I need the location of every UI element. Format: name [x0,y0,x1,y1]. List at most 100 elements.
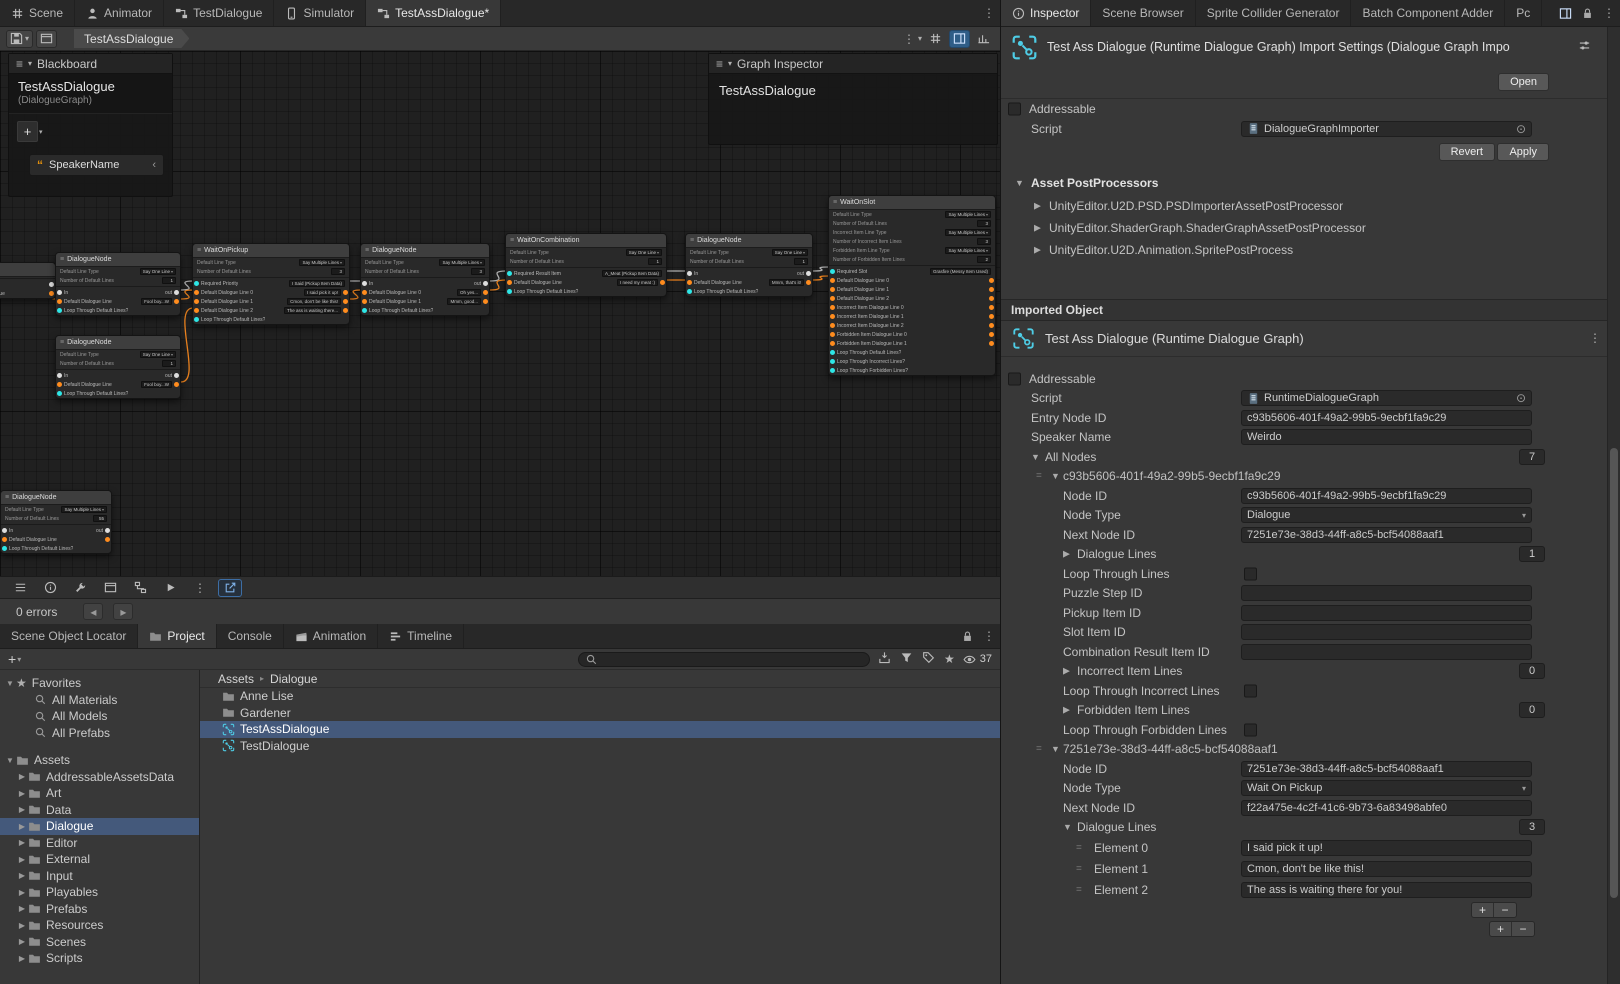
breadcrumb-current[interactable]: Dialogue [270,672,317,686]
foldout-closed-icon[interactable]: ▶ [16,838,28,847]
graph-node-dialogue-4[interactable]: ≡DialogueNodeDefault Line TypeSay One Li… [685,233,813,297]
node-port-row[interactable]: Default Dialogue Line 2The ass is waitin… [193,306,349,315]
input-port[interactable] [362,281,367,286]
property-checkbox[interactable] [1244,567,1257,580]
tree-favorite-all-models[interactable]: All Models [0,708,199,725]
tree-folder-editor[interactable]: ▶Editor [0,835,199,852]
graph-inspector-panel[interactable]: ≡ ▾ Graph Inspector TestAssDialogue [708,53,998,145]
toggle-inspector-button[interactable] [949,30,970,48]
node-port-row[interactable]: Inout [56,371,180,380]
node-field-row[interactable]: Default Line TypeSay One Line▾ [56,267,180,276]
drag-handle-icon[interactable]: = [1036,744,1041,755]
tab-console[interactable]: Console [217,624,284,648]
node-field-row[interactable]: Number of Default Lines3 [361,267,489,276]
output-port[interactable] [806,271,811,276]
output-port[interactable] [989,287,994,292]
foldout-closed-icon[interactable]: ▶ [16,871,28,880]
foldout-open-icon[interactable]: ▼ [1015,178,1024,188]
tab-sprite-collider-generator[interactable]: Sprite Collider Generator [1196,0,1352,26]
tab-project[interactable]: Project [138,624,216,648]
node-field-row[interactable]: Number of Default Lines1 [506,257,666,266]
node-title-bar[interactable]: ≡DialogueNode [361,244,489,258]
tab-animator[interactable]: Animator [75,0,164,26]
graph-node-dialogue-1[interactable]: ≡DialogueNodeDefault Line TypeSay One Li… [55,252,181,316]
node-field-row[interactable]: Number of Default Lines3 [829,219,995,228]
tree-folder-prefabs[interactable]: ▶Prefabs [0,901,199,918]
asset-item-gardener[interactable]: Gardener [200,705,1000,722]
node-title-bar[interactable]: ≡WaitOnPickup [193,244,349,258]
input-port[interactable] [362,299,367,304]
tree-folder-art[interactable]: ▶Art [0,785,199,802]
input-port[interactable] [194,308,199,313]
list-button[interactable] [8,579,32,597]
output-port[interactable] [483,290,488,295]
property-checkbox[interactable] [1244,723,1257,736]
foldout-closed-icon[interactable]: ▶ [16,888,28,897]
text-field[interactable]: The ass is waiting there for you! [1241,882,1532,898]
node-port-row[interactable]: Forbidden Item Dialogue Line 0 [829,330,995,339]
tree-folder-scenes[interactable]: ▶Scenes [0,934,199,951]
node-field-row[interactable]: Default Line TypeSay Multiple Lines▾ [193,258,349,267]
node-port-row[interactable]: Loop Through Default Lines? [361,306,489,315]
input-port[interactable] [57,382,62,387]
foldout-closed-icon[interactable]: ▶ [16,921,28,930]
input-port[interactable] [687,280,692,285]
foldout-closed-icon[interactable]: ▶ [16,937,28,946]
foldout-closed-icon[interactable]: ▶ [1063,666,1070,677]
foldout-open-icon[interactable]: ▼ [1051,744,1060,754]
port-value-field[interactable]: Grasfire (Messy Item Used) [930,268,991,275]
text-field[interactable]: c93b5606-401f-49a2-99b5-9ecbf1fa9c29 [1241,488,1532,504]
presets-icon[interactable] [1578,39,1591,52]
node-port-row[interactable]: Incorrect Item Dialogue Line 2 [829,321,995,330]
node-port-row[interactable]: Default Dialogue Line [1,535,111,544]
graph-node-wait-on-combination[interactable]: ≡WaitOnCombinationDefault Line TypeSay O… [505,233,667,297]
apply-button[interactable]: Apply [1497,143,1549,161]
output-port[interactable] [49,282,54,287]
port-value-field[interactable]: I said pick it up! [304,289,341,296]
output-port[interactable] [989,341,994,346]
node-port-row[interactable]: Dialogue [0,289,55,298]
play-button[interactable] [158,579,182,597]
tree-folder-resources[interactable]: ▶Resources [0,917,199,934]
info-button[interactable] [38,579,62,597]
input-port[interactable] [830,269,835,274]
project-search[interactable] [578,652,870,667]
output-port[interactable] [989,296,994,301]
node-port-row[interactable]: Incorrect Item Dialogue Line 1 [829,312,995,321]
breadcrumb[interactable]: Assets ▸ Dialogue [200,670,1000,688]
field-dropdown[interactable]: Say Multiple Lines▾ [945,211,991,218]
foldout-closed-icon[interactable]: ▶ [16,904,28,913]
lock-button[interactable] [1576,0,1598,26]
addressable-checkbox[interactable] [1008,372,1021,385]
node-title-bar[interactable]: ≡StartNode [0,263,55,277]
node-port-row[interactable]: Loop Through Default Lines? [193,315,349,324]
node-field-row[interactable]: Default Line TypeSay One Line▾ [686,248,812,257]
output-port[interactable] [174,299,179,304]
foldout-closed-icon[interactable]: ▶ [1034,200,1041,211]
field-value[interactable]: 2 [977,256,991,263]
node-port-row[interactable]: Loop Through Forbidden Lines? [829,366,995,375]
lock-button[interactable] [956,624,978,648]
foldout-closed-icon[interactable]: ▶ [16,805,28,814]
foldout-closed-icon[interactable]: ▶ [16,855,28,864]
kebab-menu-icon[interactable]: ⋮ [1589,331,1601,345]
node-port-row[interactable]: out [0,280,55,289]
port-value-field[interactable]: I need my meat :) [617,279,658,286]
asset-item-anne-lise[interactable]: Anne Lise [200,688,1000,705]
output-port[interactable] [806,280,811,285]
drag-handle-icon[interactable]: = [1076,884,1081,895]
input-port[interactable] [194,281,199,286]
node-field-row[interactable]: Default Line TypeSay Multiple Lines▾ [1,505,111,514]
field-dropdown[interactable]: Say Multiple Lines▾ [439,259,485,266]
node-port-row[interactable]: Default Dialogue LineMmm, that's it! [686,278,812,287]
foldout-closed-icon[interactable]: ▶ [16,954,28,963]
pane-button[interactable] [1554,0,1576,26]
foldout-closed-icon[interactable]: ▶ [1063,549,1070,560]
toggle-blackboard-button[interactable] [973,30,994,48]
add-element-button[interactable]: + [1490,922,1512,936]
node-port-row[interactable]: Default Dialogue LineFool boy...W [56,297,180,306]
field-dropdown[interactable]: Say Multiple Lines▾ [945,247,991,254]
output-port[interactable] [343,308,348,313]
tag-button[interactable] [922,651,935,667]
input-port[interactable] [830,368,835,373]
